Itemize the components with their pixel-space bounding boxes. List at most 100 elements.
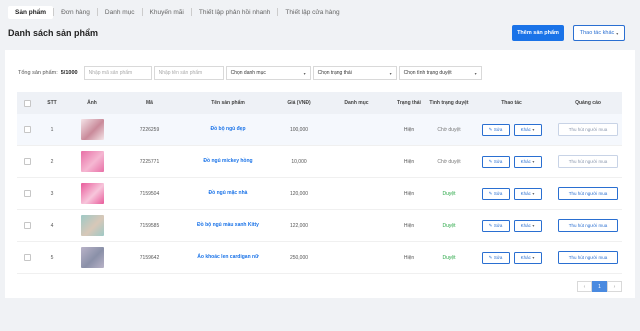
- status-select-value: Chọn trạng thái: [317, 70, 352, 76]
- tab-4[interactable]: Thiết lập phản hồi nhanh: [192, 6, 278, 19]
- row-image-cell: [67, 215, 117, 236]
- row-actions: ✎ Sửa Khác ▾: [469, 155, 554, 168]
- page-button-current[interactable]: 1: [592, 281, 607, 292]
- total-count: 5/1000: [60, 70, 78, 76]
- col-code: Mã: [146, 100, 153, 106]
- more-row-actions-button[interactable]: Khác ▾: [513, 155, 542, 168]
- product-name-link[interactable]: Đồ bộ ngủ màu xanh Kitty: [182, 222, 274, 229]
- tab-0[interactable]: Sản phẩm: [8, 5, 54, 19]
- row-status: Hiện: [403, 158, 415, 165]
- edit-button[interactable]: ✎ Sửa: [481, 155, 510, 168]
- edit-label: Sửa: [493, 223, 503, 228]
- total-label: Tổng sản phẩm:: [18, 70, 58, 76]
- edit-button[interactable]: ✎ Sửa: [481, 123, 510, 136]
- product-thumbnail[interactable]: [80, 119, 104, 140]
- more-row-actions-button[interactable]: Khác ▾: [513, 187, 542, 200]
- table-header: STT Ảnh Mã Tên sản phẩm Giá (VNĐ) Danh m…: [17, 92, 622, 114]
- edit-button[interactable]: ✎ Sửa: [481, 251, 510, 264]
- chevron-down-icon: ▾: [303, 70, 306, 76]
- product-thumbnail[interactable]: [80, 215, 104, 236]
- attract-buyers-button[interactable]: Thu hút người mua: [558, 123, 618, 136]
- row-approval-status: Duyệt: [442, 254, 456, 261]
- more-row-actions-button[interactable]: Khác ▾: [513, 219, 542, 232]
- more-label: Khác: [520, 223, 531, 228]
- row-ads-cell: Thu hút người mua: [554, 219, 622, 232]
- row-checkbox-cell: [17, 222, 37, 229]
- status-select[interactable]: Chọn trạng thái ▾: [312, 66, 397, 80]
- product-code-input[interactable]: Nhập mã sản phẩm: [83, 66, 152, 80]
- more-actions-button[interactable]: Thao tác khác ▾: [573, 25, 625, 41]
- select-all-checkbox[interactable]: [23, 99, 31, 107]
- more-row-actions-button[interactable]: Khác ▾: [513, 123, 542, 136]
- attract-buyers-button[interactable]: Thu hút người mua: [558, 187, 618, 200]
- row-actions: ✎ Sửa Khác ▾: [469, 123, 554, 136]
- edit-button[interactable]: ✎ Sửa: [481, 187, 510, 200]
- chevron-down-icon: ▾: [532, 159, 535, 164]
- row-ads-cell: Thu hút người mua: [554, 155, 622, 168]
- product-name-link[interactable]: Đồ ngủ mickey hồng: [182, 158, 274, 165]
- row-stt: 5: [50, 254, 54, 261]
- row-approval-status: Chờ duyệt: [437, 158, 461, 165]
- product-thumbnail[interactable]: [80, 183, 104, 204]
- row-ads-cell: Thu hút người mua: [554, 123, 622, 136]
- product-thumbnail[interactable]: [80, 247, 104, 268]
- approval-select-value: Chọn tình trạng duyệt: [403, 70, 452, 76]
- row-price: 100,000: [289, 126, 309, 133]
- approval-select[interactable]: Chọn tình trạng duyệt ▾: [398, 66, 482, 80]
- prev-page-button[interactable]: ‹: [577, 281, 592, 292]
- tab-1[interactable]: Đơn hàng: [54, 6, 97, 19]
- chevron-down-icon: ▾: [532, 223, 535, 228]
- edit-button[interactable]: ✎ Sửa: [481, 219, 510, 232]
- top-tabs: Sản phẩm Đơn hàng Danh mục Khuyến mãi Thiết …: [8, 5, 347, 19]
- product-name-link[interactable]: Đồ ngủ mặc nhà: [182, 190, 274, 197]
- attract-buyers-button[interactable]: Thu hút người mua: [558, 155, 618, 168]
- edit-label: Sửa: [493, 191, 503, 196]
- edit-label: Sửa: [493, 159, 503, 164]
- row-actions: ✎ Sửa Khác ▾: [469, 187, 554, 200]
- col-status: Trạng thái: [397, 100, 421, 106]
- col-stt: STT: [47, 100, 57, 106]
- product-table: STT Ảnh Mã Tên sản phẩm Giá (VNĐ) Danh m…: [17, 92, 622, 274]
- row-checkbox[interactable]: [23, 222, 31, 229]
- col-actions: Thao tác: [501, 100, 522, 106]
- attract-buyers-button[interactable]: Thu hút người mua: [558, 219, 618, 232]
- row-checkbox-cell: [17, 190, 37, 197]
- more-label: Khác: [520, 191, 531, 196]
- more-row-actions-button[interactable]: Khác ▾: [513, 251, 542, 264]
- col-name: Tên sản phẩm: [211, 100, 245, 106]
- chevron-down-icon: ▾: [532, 191, 535, 196]
- row-checkbox[interactable]: [23, 190, 31, 197]
- col-image: Ảnh: [87, 100, 97, 106]
- row-price: 250,000: [289, 254, 309, 261]
- chevron-down-icon: ▾: [474, 70, 477, 76]
- tab-5[interactable]: Thiết lập cửa hàng: [278, 6, 346, 19]
- tab-3[interactable]: Khuyến mãi: [143, 6, 191, 19]
- select-all-cell: [17, 99, 37, 107]
- row-checkbox-cell: [17, 254, 37, 261]
- chevron-down-icon: ▾: [532, 127, 535, 132]
- product-name-link[interactable]: Áo khoác len cardigan nữ: [182, 254, 274, 261]
- chevron-down-icon: ▾: [616, 30, 619, 36]
- row-status: Hiện: [403, 222, 415, 229]
- row-checkbox[interactable]: [23, 254, 31, 261]
- row-checkbox[interactable]: [23, 158, 31, 165]
- row-checkbox[interactable]: [23, 126, 31, 133]
- category-select[interactable]: Chọn danh mục ▾: [225, 66, 311, 80]
- row-code: 7159642: [139, 254, 160, 261]
- pencil-icon: ✎: [488, 190, 493, 196]
- attract-buyers-button[interactable]: Thu hút người mua: [558, 251, 618, 264]
- product-thumbnail[interactable]: [80, 151, 104, 172]
- row-code: 7225771: [139, 158, 160, 165]
- product-name-link[interactable]: Đồ bộ ngủ đẹp: [182, 126, 274, 133]
- row-stt: 1: [50, 126, 54, 133]
- add-product-button[interactable]: Thêm sản phẩm: [512, 25, 564, 41]
- more-label: Khác: [520, 255, 531, 260]
- row-code: 7226259: [139, 126, 160, 133]
- row-actions: ✎ Sửa Khác ▾: [469, 251, 554, 264]
- row-image-cell: [67, 247, 117, 268]
- next-page-button[interactable]: ›: [607, 281, 622, 292]
- tab-2[interactable]: Danh mục: [98, 6, 142, 19]
- more-actions-label: Thao tác khác: [579, 30, 615, 36]
- product-name-input[interactable]: Nhập tên sản phẩm: [153, 66, 224, 80]
- row-status: Hiện: [403, 254, 415, 261]
